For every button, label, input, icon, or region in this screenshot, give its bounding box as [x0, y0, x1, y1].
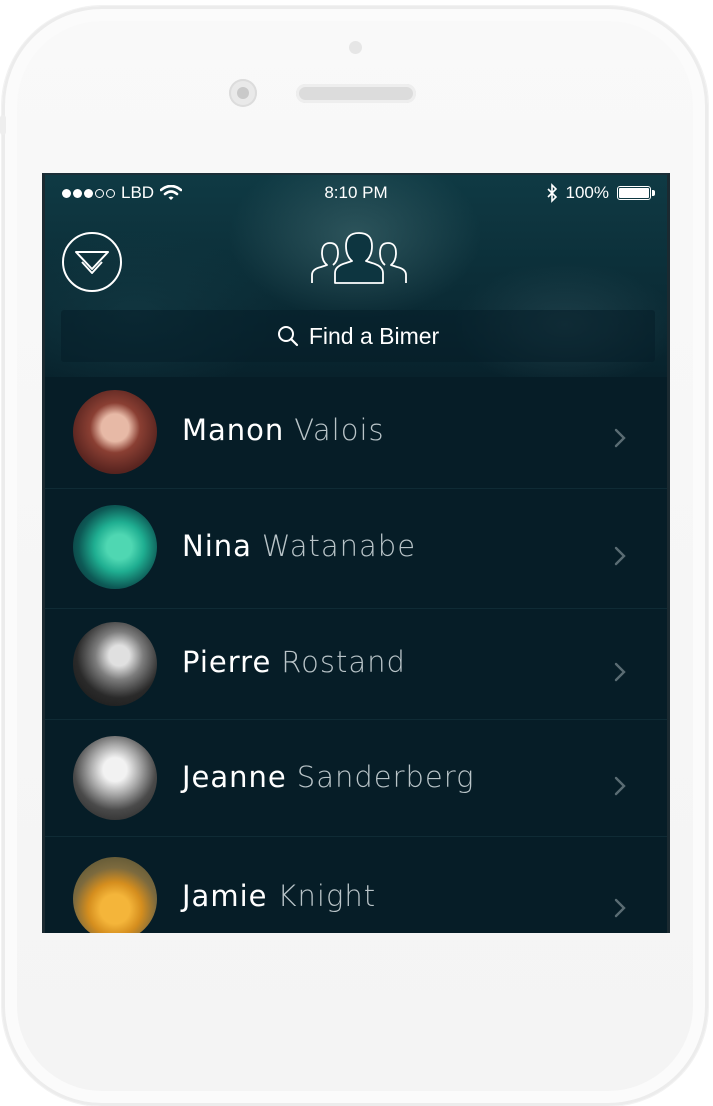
search-label: Find a Bimer: [308, 322, 440, 349]
avatar: [73, 857, 157, 933]
avatar: [73, 505, 157, 589]
contact-row[interactable]: Jeanne Sanderberg: [45, 720, 667, 837]
chevron-right-icon: [614, 898, 626, 918]
contact-row[interactable]: Manon Valois: [45, 377, 667, 489]
first-name: Nina: [182, 529, 252, 563]
battery-percent: 100%: [565, 183, 609, 202]
earpiece-speaker: [296, 84, 416, 103]
chevron-right-icon: [614, 662, 626, 682]
search-bar[interactable]: Find a Bimer: [61, 310, 655, 362]
avatar: [73, 736, 157, 820]
chevron-right-icon: [614, 428, 626, 448]
chevron-right-icon: [614, 776, 626, 796]
front-camera: [229, 79, 257, 107]
last-name: Sanderberg: [296, 760, 475, 794]
proximity-sensor: [349, 41, 362, 54]
mute-switch: [0, 115, 6, 135]
contact-row[interactable]: Pierre Rostand: [45, 609, 667, 720]
contact-list: Manon Valois Nina Watanabe Pierre Rostand J…: [45, 377, 667, 933]
contact-row[interactable]: Nina Watanabe: [45, 489, 667, 609]
first-name: Pierre: [182, 645, 272, 679]
chevron-right-icon: [614, 546, 626, 566]
status-right: 100%: [546, 183, 655, 203]
contact-name: Nina Watanabe: [182, 529, 416, 563]
chevron-down-circle-icon: [62, 232, 122, 292]
avatar: [73, 622, 157, 706]
last-name: Watanabe: [261, 529, 417, 563]
avatar: [73, 390, 157, 474]
battery-icon: [617, 186, 655, 200]
last-name: Valois: [294, 413, 385, 447]
first-name: Jeanne: [182, 760, 287, 794]
contact-name: Jamie Knight: [182, 879, 376, 913]
search-icon: [277, 326, 298, 347]
contact-name: Manon Valois: [182, 413, 385, 447]
people-group-icon[interactable]: [309, 229, 409, 285]
menu-button[interactable]: [61, 231, 123, 293]
contact-row[interactable]: Jamie Knight: [45, 837, 667, 933]
first-name: Manon: [182, 413, 285, 447]
contact-name: Jeanne Sanderberg: [182, 760, 475, 794]
status-bar: LBD 8:10 PM 100%: [45, 183, 667, 207]
bluetooth-icon: [546, 183, 557, 203]
first-name: Jamie: [182, 879, 268, 913]
last-name: Rostand: [281, 645, 406, 679]
last-name: Knight: [277, 879, 377, 913]
contact-name: Pierre Rostand: [182, 645, 406, 679]
app-screen: LBD 8:10 PM 100% Find a Bimer Manon Valo…: [42, 173, 670, 933]
